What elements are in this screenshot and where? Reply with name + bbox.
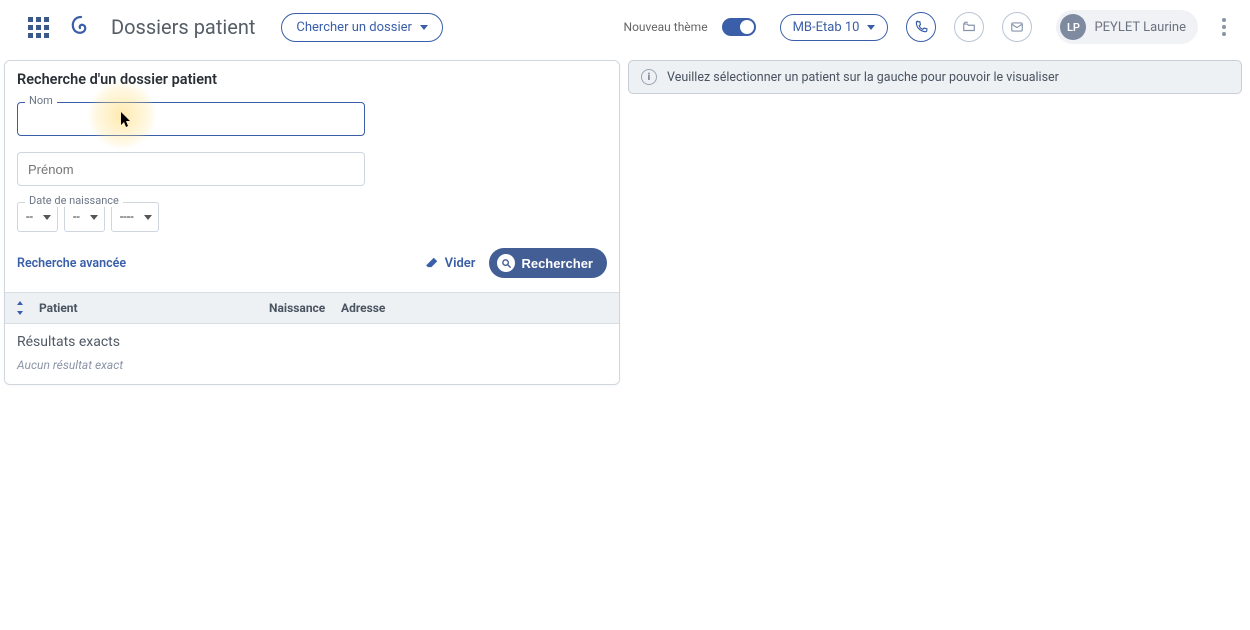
results-section: Résultats exacts Aucun résultat exact [5,324,619,384]
avatar: LP [1060,14,1086,40]
search-button-label: Rechercher [521,256,593,271]
col-birth[interactable]: Naissance [269,301,331,315]
info-text: Veuillez sélectionner un patient sur la … [667,70,1059,85]
dob-field-group: Date de naissance -- -- ---- [17,202,607,232]
dob-day-value: -- [26,210,33,225]
firstname-field-group [17,152,607,186]
info-icon: i [641,69,657,85]
name-input[interactable] [17,102,365,136]
chevron-down-icon [144,215,152,220]
info-banner: i Veuillez sélectionner un patient sur l… [628,60,1242,94]
search-title: Recherche d'un dossier patient [17,71,607,88]
search-dossier-label: Chercher un dossier [296,20,411,35]
col-address[interactable]: Adresse [341,301,609,315]
chevron-down-icon [420,25,428,30]
user-name: PEYLET Laurine [1094,20,1186,35]
eraser-icon [425,256,439,270]
no-results-text: Aucun résultat exact [17,358,607,372]
overflow-menu-button[interactable] [1220,12,1228,42]
apps-grid-icon[interactable] [28,17,49,38]
col-patient[interactable]: Patient [39,301,259,315]
detail-panel: i Veuillez sélectionner un patient sur l… [628,60,1242,94]
search-button[interactable]: Rechercher [489,248,607,278]
name-field-group: Nom [17,102,607,136]
clear-button[interactable]: Vider [425,256,476,271]
theme-toggle[interactable] [722,18,756,36]
reorder-handle-icon[interactable] [15,301,29,315]
results-table-header: Patient Naissance Adresse [5,292,619,324]
chevron-down-icon [43,215,51,220]
establishment-select[interactable]: MB-Etab 10 [780,14,889,41]
phone-button[interactable] [906,12,936,42]
chevron-down-icon [90,215,98,220]
chevron-down-icon [867,25,875,30]
dob-month-value: -- [73,210,80,225]
advanced-search-link[interactable]: Recherche avancée [17,256,126,271]
dob-label: Date de naissance [25,194,123,207]
search-actions: Recherche avancée Vider Rechercher [17,248,607,278]
establishment-label: MB-Etab 10 [793,20,860,35]
page-title: Dossiers patient [111,15,255,39]
phone-icon [914,20,928,34]
folder-open-icon [962,20,976,34]
dob-year-value: ---- [120,210,134,225]
app-logo-icon [69,15,93,39]
search-panel: Recherche d'un dossier patient Nom Date … [4,60,620,385]
search-dossier-dropdown[interactable]: Chercher un dossier [281,13,442,42]
theme-label: Nouveau thème [624,20,708,34]
user-menu[interactable]: LP PEYLET Laurine [1056,10,1198,44]
folder-button[interactable] [954,12,984,42]
main-area: Recherche d'un dossier patient Nom Date … [0,54,1250,630]
app-header: Dossiers patient Chercher un dossier Nou… [0,0,1250,54]
firstname-input[interactable] [17,152,365,186]
search-icon [497,254,515,272]
mail-button[interactable] [1002,12,1032,42]
mail-icon [1010,20,1024,34]
clear-label: Vider [445,256,476,271]
exact-results-title: Résultats exacts [17,334,607,350]
name-label: Nom [25,94,57,107]
